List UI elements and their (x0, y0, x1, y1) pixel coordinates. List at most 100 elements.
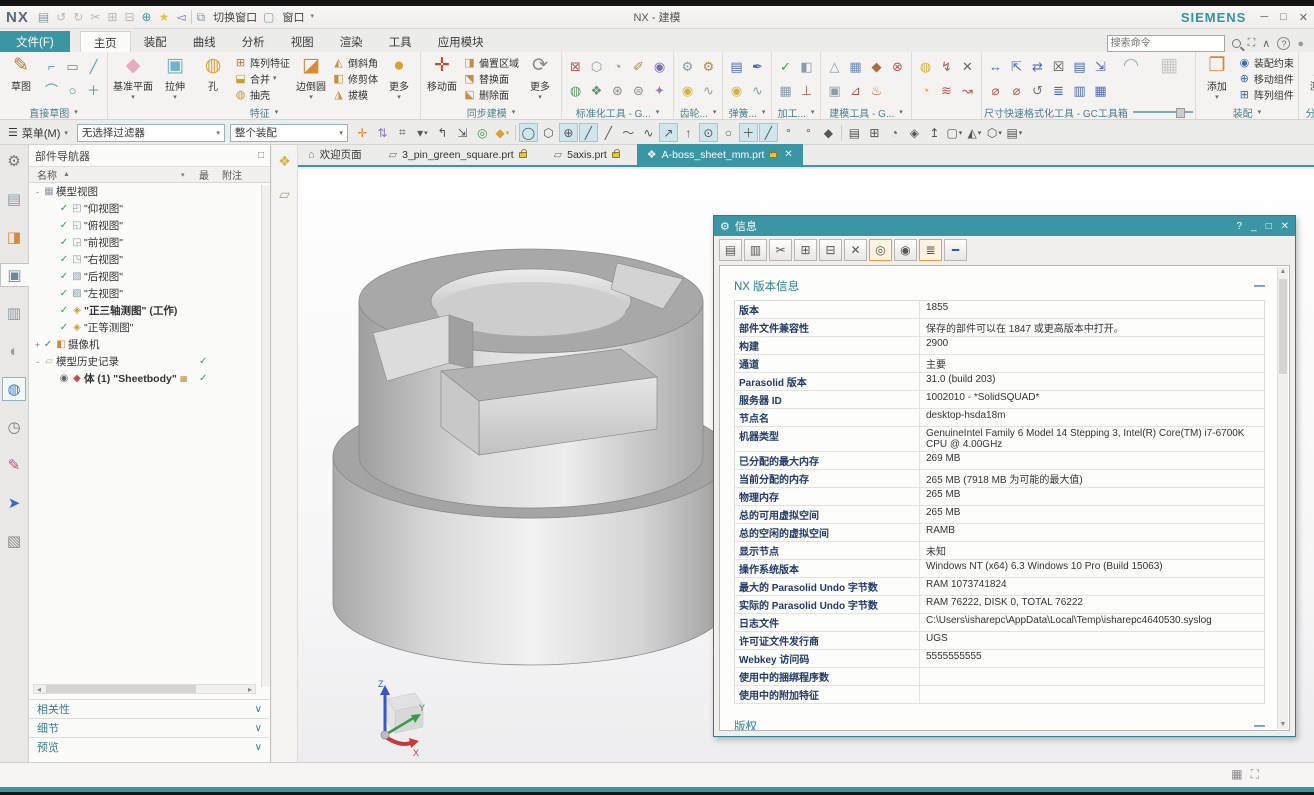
ribbon-command[interactable]: ⌐ ⌒ ▭ ○ ╱ ＋ (40, 53, 105, 105)
selection-tool-icon[interactable]: ⬡ (539, 123, 558, 142)
ribbon-grid-icon[interactable]: ≋ (938, 79, 955, 103)
tree-node[interactable]: ◉ ◆ 体 (1) "Sheetbody" ▦ ✓ (29, 370, 270, 387)
ribbon-grid-icon[interactable]: ♨ (868, 79, 885, 103)
dropdown-arrow-icon[interactable]: ▾ (397, 93, 401, 101)
selection-tool-icon[interactable]: ╱ (759, 123, 778, 142)
dropdown-arrow-icon[interactable]: ▾ (1215, 93, 1219, 101)
ribbon-grid-icon[interactable]: ✦ (651, 79, 668, 103)
selection-tool-icon[interactable]: ↑ (679, 123, 698, 142)
ribbon-grid-icon[interactable]: ≣ (1050, 79, 1067, 103)
group-dropdown-icon[interactable]: ▾ (275, 108, 279, 116)
ribbon-grid-icon[interactable]: ▣ (826, 79, 843, 103)
ribbon-command[interactable]: ◠ (1112, 53, 1150, 79)
ribbon-grid-icon[interactable]: ◧ (798, 55, 815, 79)
selection-tool-icon[interactable]: ◎ (473, 123, 492, 142)
close-tab-icon[interactable]: ✕ (784, 149, 792, 160)
ribbon-grid-icon[interactable]: ✐ (630, 55, 647, 79)
fit-view-icon[interactable]: ⛶ (1251, 767, 1259, 782)
ribbon-small-command[interactable]: ⬕ 删除面 (463, 86, 519, 102)
ribbon-group-label[interactable]: 弹簧... ▾ (725, 105, 769, 119)
selection-tool-icon[interactable]: ∿ (639, 123, 658, 142)
ribbon-group-label[interactable]: 尺寸快速格式化工具 - GC工具箱 (984, 105, 1193, 119)
ribbon-grid-icon[interactable]: ⚙ (679, 55, 696, 79)
selection-tool-icon[interactable]: ⇲ (453, 123, 472, 142)
ribbon-grid-icon[interactable]: ◉ (728, 79, 745, 103)
column-name[interactable]: 名称 (37, 167, 57, 182)
tree-node[interactable]: ✓ ◱ "俯视图" (29, 217, 270, 234)
cut-button[interactable]: ✂ (769, 239, 792, 261)
hd3d-tool-icon[interactable]: ◐ (2, 339, 26, 363)
chevron-down-icon[interactable]: ∨ (255, 723, 262, 734)
collapsible-panel-header[interactable]: 预览 ∨ (29, 737, 270, 756)
ribbon-tab[interactable]: 应用模块 (425, 31, 497, 52)
fit-window-icon[interactable]: ⛶ (1248, 37, 1256, 50)
selection-tool-icon[interactable]: ╱ (579, 123, 598, 142)
ribbon-group-label[interactable]: 齿轮... ▾ (676, 105, 720, 119)
qat-icon[interactable]: ◅ (175, 9, 186, 25)
group-dropdown-icon[interactable]: ▾ (512, 108, 516, 116)
selection-tool-icon[interactable]: ╱ (599, 123, 618, 142)
print-button[interactable]: ▥ (744, 239, 767, 261)
ribbon-group-label[interactable]: 加工... ▾ (774, 105, 818, 119)
ribbon-command[interactable]: ▤ ◉ ✒ ∿ (725, 53, 769, 105)
scroll-right-icon[interactable]: ▸ (245, 685, 255, 694)
ribbon-grid-icon[interactable]: ✕ (959, 55, 976, 79)
ribbon-command[interactable]: ◍ 孔 (194, 53, 232, 94)
ribbon-command[interactable]: ◍ ◔ ↯ ≋ ✕ ↝ (914, 53, 979, 105)
ribbon-command[interactable]: △ ▣ ▦ ⊿ ◆ ♨ (823, 53, 909, 105)
ribbon-grid-icon[interactable]: ⊗ (889, 55, 906, 79)
selection-tool-icon[interactable]: ⊙ (699, 123, 718, 142)
selection-tool-icon[interactable]: ◆▾ (493, 123, 512, 142)
ribbon-command[interactable]: ╱ 测量 (1301, 53, 1314, 94)
file-menu-button[interactable]: 文件(F) (0, 31, 70, 52)
open-folder-icon[interactable]: ▱ (279, 186, 290, 203)
selection-tool-icon[interactable]: ◆ (819, 123, 838, 142)
ribbon-grid-icon[interactable]: ⊥ (798, 79, 815, 103)
ribbon-grid-icon[interactable]: ⌒ (43, 79, 60, 103)
selection-tool-icon[interactable]: ⬡▾ (985, 123, 1004, 142)
history-icon[interactable]: ◷ (2, 415, 26, 439)
ribbon-grid-icon[interactable]: ⚙ (700, 55, 717, 79)
selection-tool-icon[interactable]: ▤▾ (1005, 123, 1024, 142)
ribbon-grid-icon[interactable]: ▥ (1071, 79, 1088, 103)
collapsible-panel-header[interactable]: 相关性 ∨ (29, 699, 270, 718)
tree-node[interactable]: ✓ ◲ "前视图" (29, 234, 270, 251)
close-button[interactable]: ✕ (1299, 11, 1308, 24)
dropdown-arrow-icon[interactable]: ▾ (131, 93, 135, 101)
collapse-section-icon[interactable]: — (1254, 280, 1265, 292)
expander-icon[interactable]: - (33, 187, 42, 197)
selection-scope-select[interactable]: 整个装配▾ (230, 124, 348, 142)
show-hide-eye-icon[interactable]: ◉ (58, 373, 70, 384)
scroll-left-icon[interactable]: ◂ (34, 685, 44, 694)
help-icon[interactable]: ? (1277, 37, 1290, 50)
ribbon-group-label[interactable]: 同步建模 ▾ (423, 105, 559, 119)
dialog-minimize-button[interactable]: _ (1251, 221, 1257, 232)
ribbon-grid-icon[interactable]: ◍ (917, 55, 934, 79)
ribbon-grid-icon[interactable]: ⬡ (588, 55, 605, 79)
tree-node[interactable]: - ▦ 模型视图 (29, 183, 270, 200)
ribbon-grid-icon[interactable]: ↺ (1029, 79, 1046, 103)
ribbon-command[interactable]: ▣ 拉伸 ▾ (156, 53, 194, 102)
column-filter-icon[interactable]: ▾ (181, 171, 185, 179)
visibility-checkmark-icon[interactable]: ✓ (58, 220, 70, 231)
minimize-ribbon-icon[interactable]: ∧ (1262, 37, 1270, 50)
constraint-navigator-icon[interactable]: ◨ (2, 225, 26, 249)
column-note[interactable]: 附注 (222, 167, 242, 182)
selection-tool-icon[interactable]: ▾▾ (413, 123, 432, 142)
dropdown-arrow-icon[interactable]: ▾ (273, 74, 277, 82)
dropdown-arrow-icon[interactable]: ▾ (309, 93, 313, 101)
ribbon-command[interactable]: ◪ 边倒圆 ▾ (292, 53, 330, 102)
ribbon-grid-icon[interactable]: ◉ (679, 79, 696, 103)
tree-node[interactable]: + ✓ ◧ 摄像机 (29, 336, 270, 353)
selection-tool-icon[interactable]: ↰ (433, 123, 452, 142)
ribbon-grid-icon[interactable]: ◔ (917, 79, 934, 103)
section-title-version[interactable]: NX 版本信息 (734, 278, 799, 294)
ribbon-command[interactable]: ✛ 移动面 (423, 53, 461, 94)
expander-icon[interactable]: - (33, 357, 42, 367)
delete-button[interactable]: ✕ (844, 239, 867, 261)
ribbon-grid-icon[interactable]: ☒ (1050, 55, 1067, 79)
group-dropdown-icon[interactable]: ▾ (656, 108, 660, 116)
group-dropdown-icon[interactable]: ▾ (713, 108, 717, 116)
scrollbar-thumb[interactable] (46, 685, 196, 693)
palette-icon[interactable]: ❖ (278, 153, 291, 170)
